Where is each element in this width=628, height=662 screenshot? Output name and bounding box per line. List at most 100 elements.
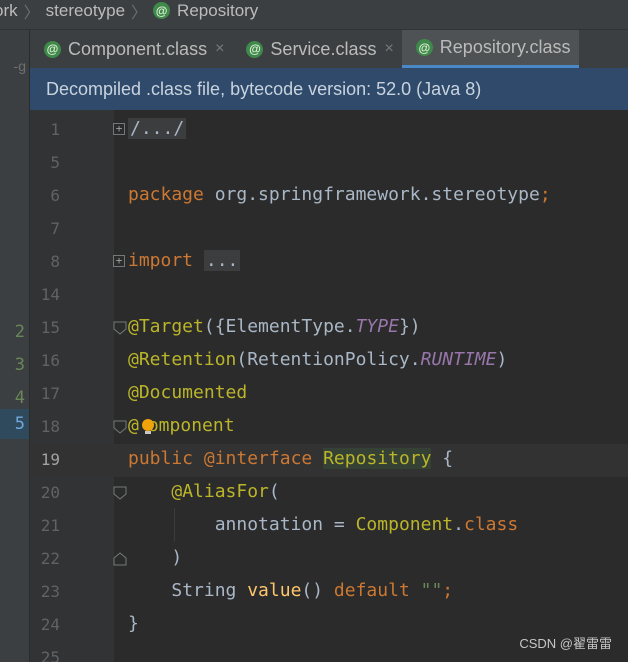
folded-imports[interactable]: ... bbox=[203, 250, 241, 271]
code-token: annotation = bbox=[214, 514, 356, 535]
line-number: 19 bbox=[40, 450, 60, 469]
package-name: org.springframework.stereotype bbox=[203, 184, 540, 205]
code-line[interactable]: 8 + import ... bbox=[30, 246, 628, 279]
fold-collapse-icon[interactable] bbox=[113, 486, 127, 500]
code-token: () bbox=[301, 580, 334, 601]
line-number: 14 bbox=[40, 285, 60, 304]
tab-label: Repository.class bbox=[439, 37, 571, 57]
code-line-current[interactable]: 19 public @interface Repository { bbox=[30, 444, 628, 477]
line-number: 25 bbox=[40, 648, 60, 662]
close-icon[interactable]: × bbox=[215, 40, 224, 58]
tab-label: Component.class bbox=[68, 38, 208, 59]
code-token: ) bbox=[496, 349, 508, 370]
method-value: value bbox=[247, 580, 302, 601]
fold-collapse-icon[interactable] bbox=[113, 321, 127, 335]
line-number: 7 bbox=[50, 219, 60, 238]
project-panel-row[interactable]: 2 bbox=[15, 322, 25, 342]
semicolon: ; bbox=[442, 580, 454, 601]
code-token: ( bbox=[268, 481, 280, 502]
line-number: 15 bbox=[40, 318, 60, 337]
fold-collapse-icon[interactable] bbox=[113, 420, 127, 434]
keyword-package: package bbox=[128, 184, 204, 205]
code-line[interactable]: 14 bbox=[30, 279, 628, 312]
code-line[interactable]: 7 bbox=[30, 213, 628, 246]
code-line[interactable]: 22 ) bbox=[30, 543, 628, 576]
code-line[interactable]: 21 annotation = Component.class bbox=[30, 510, 628, 543]
chevron-right-icon: 〉 bbox=[23, 4, 40, 22]
code-line[interactable]: 15 @Target({ElementType.TYPE}) bbox=[30, 312, 628, 345]
tab-component-class[interactable]: @ Component.class × bbox=[30, 30, 232, 68]
code-editor[interactable]: 1 + /.../ 5 6 package org.springframewor… bbox=[30, 110, 628, 662]
close-icon[interactable]: × bbox=[384, 40, 393, 58]
project-panel-edge[interactable]: -g 2 3 4 5 bbox=[0, 30, 30, 662]
code-line[interactable]: 18 @ omponent bbox=[30, 411, 628, 444]
line-number: 1 bbox=[50, 120, 60, 139]
code-token: (RetentionPolicy. bbox=[236, 349, 421, 370]
keyword-import: import bbox=[128, 250, 194, 271]
code-line[interactable]: 16 @Retention(RetentionPolicy.RUNTIME) bbox=[30, 345, 628, 378]
code-token: String bbox=[171, 580, 248, 601]
line-number: 16 bbox=[40, 351, 60, 370]
editor-tab-bar: @ Component.class × @ Service.class × @ … bbox=[30, 30, 628, 68]
constant-type: TYPE bbox=[355, 316, 399, 337]
keyword-interface: @interface bbox=[193, 448, 313, 469]
tab-label: Service.class bbox=[270, 38, 377, 59]
code-token: { bbox=[431, 448, 454, 469]
code-line[interactable]: 5 bbox=[30, 147, 628, 180]
annotation-target: @Target bbox=[128, 316, 204, 337]
chevron-right-icon: 〉 bbox=[131, 4, 148, 22]
line-number: 8 bbox=[50, 252, 60, 271]
line-number: 6 bbox=[50, 186, 60, 205]
semicolon: ; bbox=[539, 184, 551, 205]
code-token: }) bbox=[398, 316, 421, 337]
project-panel-row[interactable]: 3 bbox=[15, 355, 25, 375]
code-line[interactable]: 23 String value() default ""; bbox=[30, 576, 628, 609]
annotation-icon: @ bbox=[44, 40, 61, 58]
line-number: 20 bbox=[40, 483, 60, 502]
code-token: } bbox=[128, 613, 139, 634]
interface-name[interactable]: Repository bbox=[323, 448, 432, 469]
line-number: 23 bbox=[40, 582, 60, 601]
fold-expand-icon[interactable]: + bbox=[113, 255, 125, 267]
tab-service-class[interactable]: @ Service.class × bbox=[232, 30, 401, 68]
code-line[interactable]: 1 + /.../ bbox=[30, 114, 628, 147]
code-token: . bbox=[453, 514, 464, 535]
annotation-icon: @ bbox=[415, 39, 433, 56]
fold-end-icon[interactable] bbox=[113, 552, 127, 566]
annotation-aliasfor: @AliasFor bbox=[171, 481, 269, 502]
folded-header-comment[interactable]: /.../ bbox=[128, 118, 187, 139]
watermark: CSDN @翟雷雷 bbox=[519, 636, 612, 651]
project-panel-label: -g bbox=[13, 58, 26, 74]
lightbulb-icon[interactable] bbox=[140, 418, 156, 436]
constant-runtime: RUNTIME bbox=[420, 349, 497, 370]
annotation-at: @ bbox=[128, 415, 139, 436]
keyword-public: public bbox=[128, 448, 194, 469]
breadcrumb-item-repository[interactable]: Repository bbox=[177, 1, 258, 21]
indent-guide bbox=[174, 508, 175, 542]
breadcrumb-item-framework[interactable]: ork bbox=[0, 1, 18, 21]
line-number: 18 bbox=[40, 417, 60, 436]
code-token: ) bbox=[171, 547, 183, 568]
tab-repository-class[interactable]: @ Repository.class bbox=[401, 30, 579, 68]
line-number: 24 bbox=[40, 615, 60, 634]
annotation-icon: @ bbox=[246, 40, 264, 58]
line-number: 22 bbox=[40, 549, 60, 568]
code-line[interactable]: 20 @AliasFor( bbox=[30, 477, 628, 510]
code-line[interactable]: 6 package org.springframework.stereotype… bbox=[30, 180, 628, 213]
line-number: 5 bbox=[50, 153, 60, 172]
class-reference: Component bbox=[355, 514, 454, 535]
line-number: 17 bbox=[40, 384, 60, 403]
project-panel-row[interactable]: 4 bbox=[15, 388, 25, 408]
annotation-documented: @Documented bbox=[128, 382, 248, 403]
annotation-component: omponent bbox=[147, 415, 235, 436]
annotation-retention: @Retention bbox=[128, 349, 237, 370]
fold-expand-icon[interactable]: + bbox=[113, 123, 125, 135]
code-line[interactable]: 17 @Documented bbox=[30, 378, 628, 411]
keyword-default: default bbox=[333, 580, 410, 601]
string-literal: "" bbox=[409, 580, 443, 601]
project-panel-row[interactable]: 5 bbox=[15, 414, 25, 434]
line-number: 21 bbox=[40, 516, 60, 535]
code-token: ({ElementType. bbox=[203, 316, 356, 337]
annotation-icon: @ bbox=[153, 2, 171, 19]
breadcrumb-item-stereotype[interactable]: stereotype bbox=[46, 1, 125, 21]
